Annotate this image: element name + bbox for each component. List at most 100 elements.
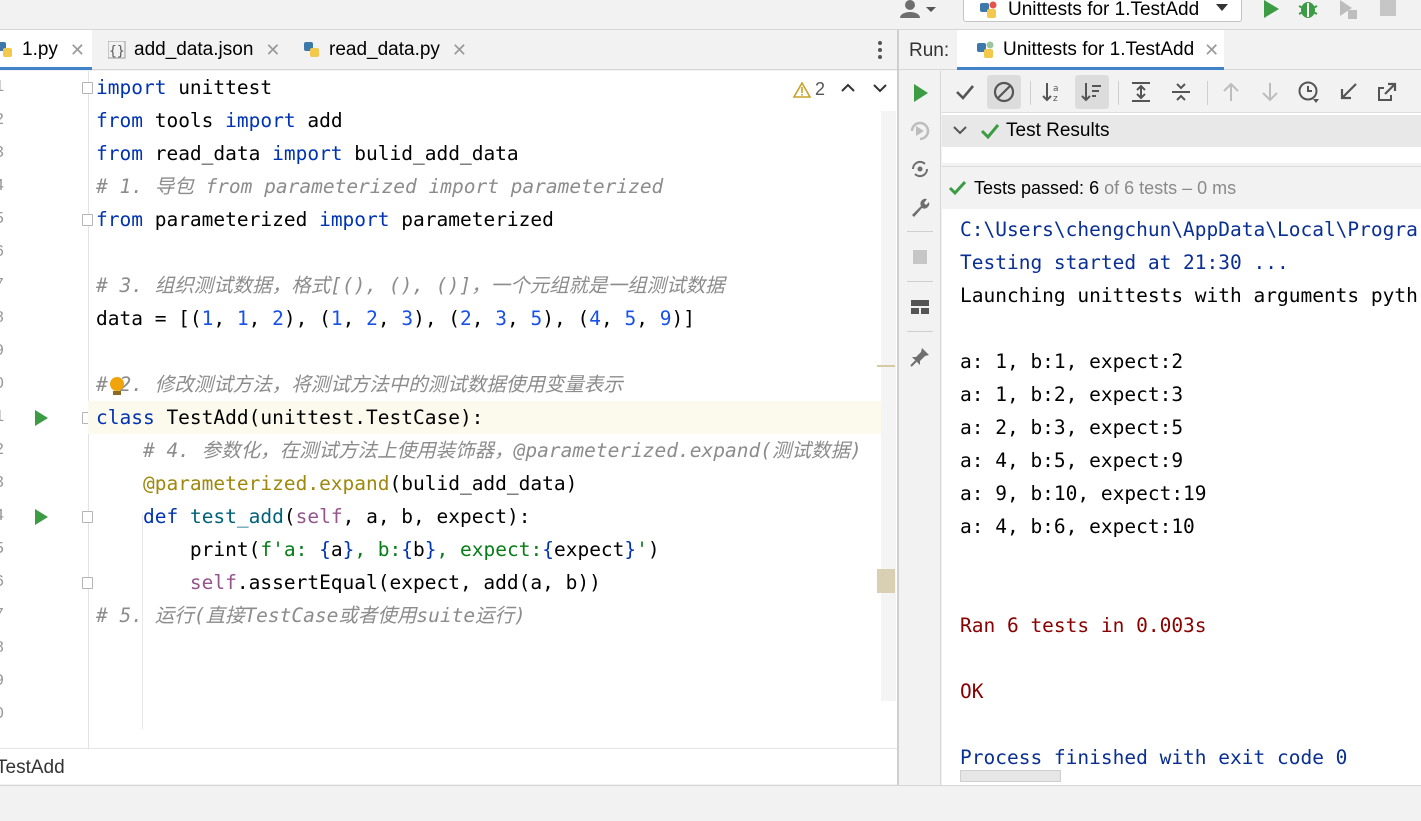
tab-1-py[interactable]: 1.py ✕ [0,30,92,70]
expand-all-button[interactable] [1128,79,1154,105]
code-token: # 4. 参数化，在测试方法上使用装饰器，@parameterized.expa… [96,439,862,462]
code-token: data = [( [96,307,202,330]
code-line[interactable]: # 1. 导包 from parameterized import parame… [96,170,663,203]
previous-test-button[interactable] [1218,79,1244,105]
console-output[interactable]: C:\Users\chengchun\AppData\Local\Progra T… [942,209,1421,785]
close-icon[interactable]: ✕ [265,40,280,61]
show-ignored-button[interactable] [987,75,1021,109]
fold-marker[interactable] [82,214,93,226]
separator [907,231,933,232]
code-token: .assertEqual(expect, add(a, b)) [236,571,601,594]
play-icon [1264,0,1279,18]
run-button[interactable] [1259,0,1283,22]
code-line[interactable]: class TestAdd(unittest.TestCase): [88,401,888,434]
python-test-icon [977,41,994,58]
code-token: @parameterized.expand [142,472,390,495]
tab-label: read_data.py [329,39,440,60]
layout-icon[interactable] [908,295,932,319]
stop-icon[interactable] [908,245,932,269]
coverage-button[interactable] [1336,0,1360,22]
line-number: 2 [0,111,8,130]
test-results-tree[interactable]: Test Results [942,113,1421,163]
debug-button[interactable] [1296,0,1320,22]
passed-check-icon [948,180,967,196]
test-runner-toolbar: a z [942,71,1421,113]
line-number: 8 [0,639,8,658]
import-tests-button[interactable] [1335,79,1361,105]
line-number: 2 [0,441,8,460]
test-history-button[interactable] [1296,79,1322,105]
fold-marker[interactable] [82,577,93,589]
code-line[interactable]: # 5. 运行(直接TestCase或者使用suite运行) [96,599,526,632]
tab-read-data-py[interactable]: read_data.py ✕ [303,30,467,70]
chevron-down-icon [1216,4,1228,11]
export-tests-button[interactable] [1374,79,1400,105]
code-line[interactable]: # 4. 参数化，在测试方法上使用装饰器，@parameterized.expa… [96,434,862,467]
rerun-failed-icon[interactable] [908,119,932,143]
code-token: } [624,538,637,561]
show-passed-button[interactable] [952,79,978,105]
console-line: a: 1, b:1, expect:2 [960,350,1184,373]
code-line[interactable]: data = [(1, 1, 2), (1, 2, 3), (2, 3, 5),… [96,302,695,335]
code-line[interactable]: def test_add(self, a, b, expect): [96,500,530,533]
run-test-gutter-icon[interactable] [35,509,48,525]
code-line[interactable]: self.assertEqual(expect, add(a, b)) [96,566,601,599]
code-token: { [401,538,414,561]
code-line[interactable]: @parameterized.expand(bulid_add_data) [96,467,577,500]
rerun-icon[interactable] [908,81,932,105]
collapse-all-button[interactable] [1168,79,1194,105]
close-icon[interactable]: ✕ [452,40,467,61]
code-token: ), ( [413,307,461,330]
code-line[interactable]: from tools import add [96,104,343,137]
next-test-button[interactable] [1257,79,1283,105]
inspection-widget[interactable]: 2 [793,79,825,100]
code-token: class [96,406,155,429]
tree-node-test-results[interactable]: Test Results [942,115,1421,147]
line-number: 0 [0,375,8,394]
python-file-icon [0,42,12,57]
run-test-gutter-icon[interactable] [35,410,48,426]
code-line[interactable]: # 2. 修改测试方法，将测试方法中的测试数据使用变量表示 [96,368,623,401]
close-icon[interactable]: ✕ [70,40,85,61]
pin-icon[interactable] [908,345,932,369]
line-number: 3 [0,474,8,493]
code-token: , [636,307,660,330]
close-icon[interactable]: ✕ [1204,40,1219,61]
line-number: 8 [0,309,8,328]
tab-options-button[interactable] [870,38,890,62]
code-token: { [542,538,554,561]
code-editor[interactable]: 12345678901234567890 import unittestfrom… [0,71,897,748]
console-line: a: 9, b:10, expect:19 [960,482,1207,505]
toggle-auto-test-icon[interactable] [908,157,932,181]
editor-scrollbar[interactable] [881,111,896,701]
json-file-icon: {} [108,41,126,59]
chevron-down-icon[interactable] [952,124,968,136]
code-token: , [342,307,367,330]
code-line[interactable]: # 3. 组织测试数据，格式[(), (), ()]，一个元组就是一组测试数据 [96,269,725,302]
code-line[interactable]: from read_data import bulid_add_data [96,137,519,170]
svg-text:z: z [1053,94,1058,104]
tab-add-data-json[interactable]: {} add_data.json ✕ [108,30,280,70]
code-line[interactable]: from parameterized import parameterized [96,203,554,236]
code-token: # 5. 运行(直接TestCase或者使用suite运行) [96,604,526,627]
wrench-icon[interactable] [908,195,932,219]
code-line[interactable]: print(f'a: {a}, b:{b}, expect:{expect}') [96,533,660,566]
run-configuration-select[interactable]: Unittests for 1.TestAdd [963,0,1242,22]
user-account-button[interactable] [898,0,938,22]
lightbulb-icon[interactable] [108,376,126,398]
fold-marker[interactable] [82,82,93,94]
fold-marker[interactable] [82,511,93,523]
line-number: 0 [0,705,8,724]
breadcrumb-item[interactable]: TestAdd [0,757,65,779]
sort-by-duration-button[interactable] [1075,75,1109,109]
code-line[interactable]: import unittest [96,71,272,104]
previous-highlight-icon[interactable] [840,81,856,95]
stop-button[interactable] [1376,0,1400,22]
code-token: , a, b, expect): [342,505,531,528]
scroll-marker [877,365,895,367]
run-tab[interactable]: Unittests for 1.TestAdd ✕ [957,30,1224,70]
code-token: unittest [166,76,273,99]
next-highlight-icon[interactable] [872,81,888,95]
sort-alphabetically-button[interactable]: a z [1040,79,1066,105]
